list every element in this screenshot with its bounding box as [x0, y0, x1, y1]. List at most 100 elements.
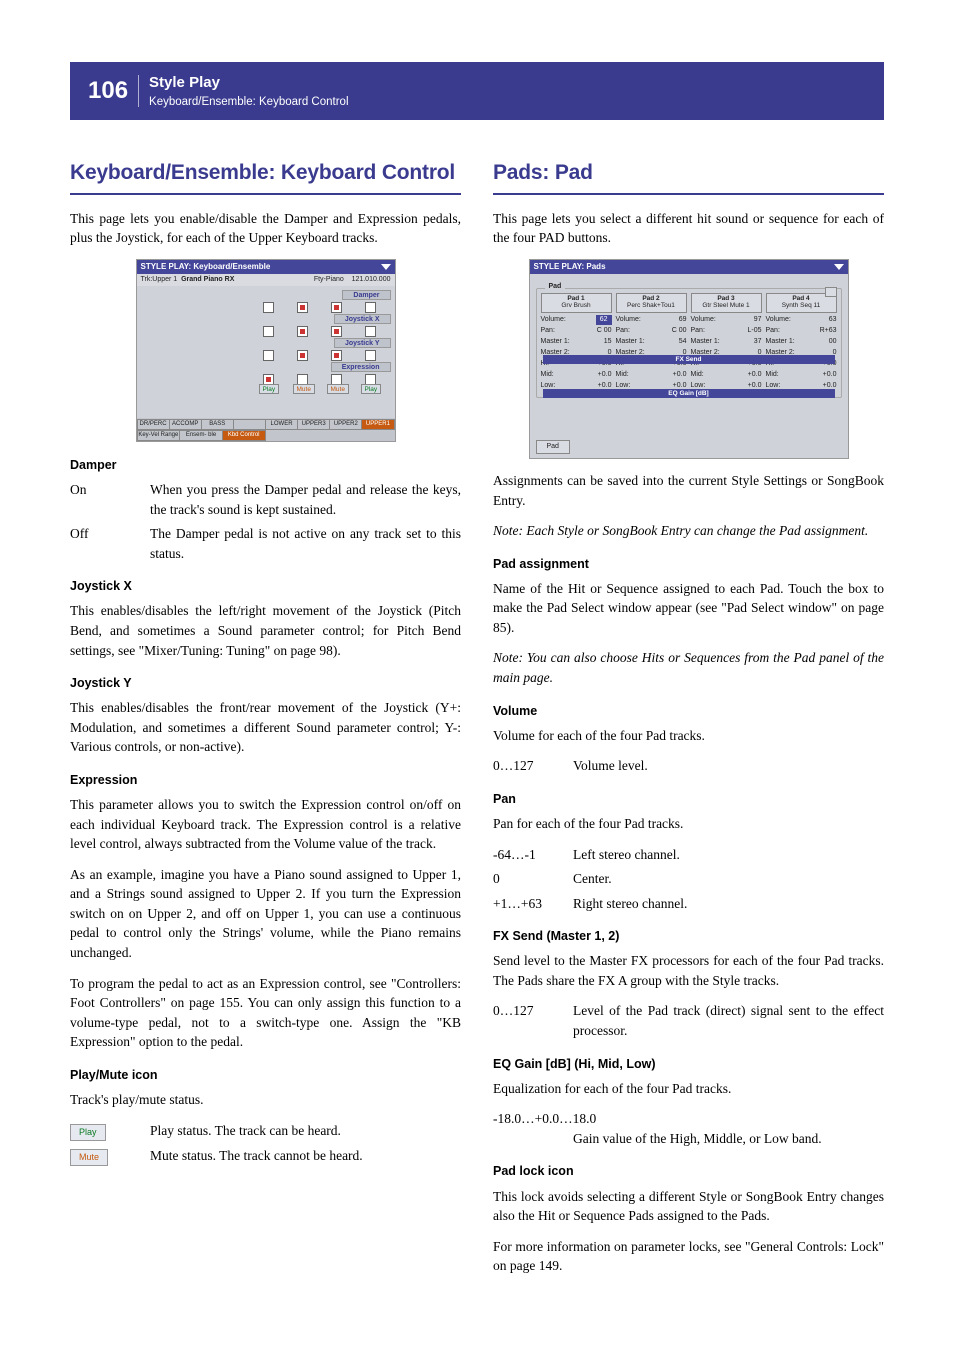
ss1-rowlabel: Joystick Y: [334, 338, 391, 348]
note-hits-sequences: Note: You can also choose Hits or Sequen…: [493, 648, 884, 687]
page-header: 106 Style Play Keyboard/Ensemble: Keyboa…: [70, 62, 884, 120]
eq-text: Equalization for each of the four Pad tr…: [493, 1079, 884, 1099]
pad-param-row: Volume:63: [766, 315, 837, 325]
trk-sound: Grand Piano RX: [181, 276, 234, 283]
lock-icon: [825, 287, 837, 297]
play-status-text: Play status. The track can be heard.: [150, 1121, 461, 1141]
checkbox: [263, 326, 274, 337]
subhead-eq-gain: EQ Gain [dB] (Hi, Mid, Low): [493, 1055, 884, 1073]
trk-bank: Fty-Piano: [314, 276, 344, 283]
pad-lock-p1: This lock avoids selecting a different S…: [493, 1187, 884, 1226]
checkbox: [365, 302, 376, 313]
expression-p2: As an example, imagine you have a Piano …: [70, 865, 461, 963]
checkbox: [297, 302, 308, 313]
track-cell: ACCOMP: [169, 419, 201, 430]
pan-r3-label: +1…+63: [493, 894, 573, 914]
checkbox: [263, 302, 274, 313]
mute-button: Mute: [327, 384, 349, 394]
subhead-damper: Damper: [70, 456, 461, 474]
play-button: Play: [361, 384, 382, 394]
mute-button: Mute: [293, 384, 315, 394]
param-label-off: Off: [70, 524, 150, 563]
pad-param-row: Mid:+0.0: [616, 370, 687, 380]
pad-param-row: Master 1:00: [766, 337, 837, 347]
pads-intro: This page lets you select a different hi…: [493, 209, 884, 248]
pan-r1-label: -64…-1: [493, 845, 573, 865]
ss1-rowlabel: Damper: [342, 290, 390, 300]
pad-param-row: Volume:62: [541, 315, 612, 325]
trk-left: Trk:Upper 1: [141, 276, 178, 283]
expression-p3: To program the pedal to act as an Expres…: [70, 974, 461, 1052]
pan-r1-text: Left stereo channel.: [573, 845, 884, 865]
intro-paragraph: This page lets you enable/disable the Da…: [70, 209, 461, 248]
ss2-window-title: STYLE PLAY: Pads: [534, 261, 606, 273]
pad-param-row: Pan:C 00: [541, 326, 612, 336]
pad-param-row: Pan:L-05: [691, 326, 762, 336]
trk-pc: 121.010.000: [352, 276, 391, 283]
track-cell: UPPER3: [297, 419, 329, 430]
checkbox: [331, 302, 342, 313]
mute-status-icon: Mute: [70, 1149, 108, 1166]
pad-param-row: Volume:97: [691, 315, 762, 325]
play-button: Play: [259, 384, 280, 394]
pan-r3-text: Right stereo channel.: [573, 894, 884, 914]
eq-range-text: Gain value of the High, Middle, or Low b…: [573, 1129, 884, 1149]
pad-lock-p2: For more information on parameter locks,…: [493, 1237, 884, 1276]
fx-range-text: Level of the Pad track (direct) signal s…: [573, 1001, 884, 1040]
checkbox: [331, 350, 342, 361]
checkbox: [297, 326, 308, 337]
after-ss-text: Assignments can be saved into the curren…: [493, 471, 884, 510]
menu-icon: [834, 264, 844, 270]
pad-param-row: Mid:+0.0: [766, 370, 837, 380]
note-pad-assignment-change: Note: Each Style or SongBook Entry can c…: [493, 521, 884, 541]
track-cell: LOWER: [265, 419, 297, 430]
pad-name-box: Pad 2Perc Shak+Tou1: [616, 293, 687, 313]
ss1-rowlabel: Expression: [331, 362, 391, 372]
pad-assignment-text: Name of the Hit or Sequence assigned to …: [493, 579, 884, 638]
subhead-pad-assignment: Pad assignment: [493, 555, 884, 573]
subhead-joystick-y: Joystick Y: [70, 674, 461, 692]
section-title-keyboard-control: Keyboard/Ensemble: Keyboard Control: [70, 158, 461, 188]
pad-param-row: Pan:R+63: [766, 326, 837, 336]
track-cell: DR/PERC: [137, 419, 169, 430]
header-subtitle: Keyboard/Ensemble: Keyboard Control: [149, 94, 348, 111]
eq-spacer: [493, 1129, 573, 1149]
checkbox: [365, 350, 376, 361]
param-text-on: When you press the Damper pedal and rele…: [150, 480, 461, 519]
pad-column: Pad 4Synth Seq 11Volume:63Pan:R+63Master…: [764, 293, 839, 393]
pad-name-box: Pad 1Grv Brush: [541, 293, 612, 313]
subhead-play-mute: Play/Mute icon: [70, 1066, 461, 1084]
pad-column: Pad 3Gtr Steel Mute 1Volume:97Pan:L-05Ma…: [689, 293, 764, 393]
pan-r2-text: Center.: [573, 869, 884, 889]
fx-range: 0…127: [493, 1001, 573, 1040]
pad-param-row: Master 1:15: [541, 337, 612, 347]
checkbox: [331, 326, 342, 337]
band-fx-send: FX Send: [543, 355, 835, 364]
pad-param-row: Mid:+0.0: [691, 370, 762, 380]
subhead-expression: Expression: [70, 771, 461, 789]
left-column: Keyboard/Ensemble: Keyboard Control This…: [70, 140, 461, 1286]
right-column: Pads: Pad This page lets you select a di…: [493, 140, 884, 1286]
pan-text: Pan for each of the four Pad tracks.: [493, 814, 884, 834]
play-status-icon: Play: [70, 1124, 106, 1141]
ss1-rowlabel: Joystick X: [334, 314, 391, 324]
volume-range-text: Volume level.: [573, 756, 884, 776]
param-text-off: The Damper pedal is not active on any tr…: [150, 524, 461, 563]
joystick-x-text: This enables/disables the left/right mov…: [70, 601, 461, 660]
band-eq-gain: EQ Gain [dB]: [543, 389, 835, 398]
track-cell: UPPER2: [329, 419, 361, 430]
track-cell: [233, 419, 265, 430]
header-divider: [138, 75, 139, 107]
subhead-pan: Pan: [493, 790, 884, 808]
subhead-joystick-x: Joystick X: [70, 577, 461, 595]
header-title: Style Play: [149, 72, 348, 94]
tab-cell: Key-Vel Range: [137, 430, 180, 441]
menu-icon: [381, 264, 391, 270]
track-cell: UPPER1: [361, 419, 394, 430]
page-number: 106: [88, 74, 128, 109]
play-mute-intro: Track's play/mute status.: [70, 1090, 461, 1110]
mute-status-text: Mute status. The track cannot be heard.: [150, 1146, 461, 1166]
expression-p1: This parameter allows you to switch the …: [70, 795, 461, 854]
checkbox: [365, 326, 376, 337]
subhead-fx-send: FX Send (Master 1, 2): [493, 927, 884, 945]
